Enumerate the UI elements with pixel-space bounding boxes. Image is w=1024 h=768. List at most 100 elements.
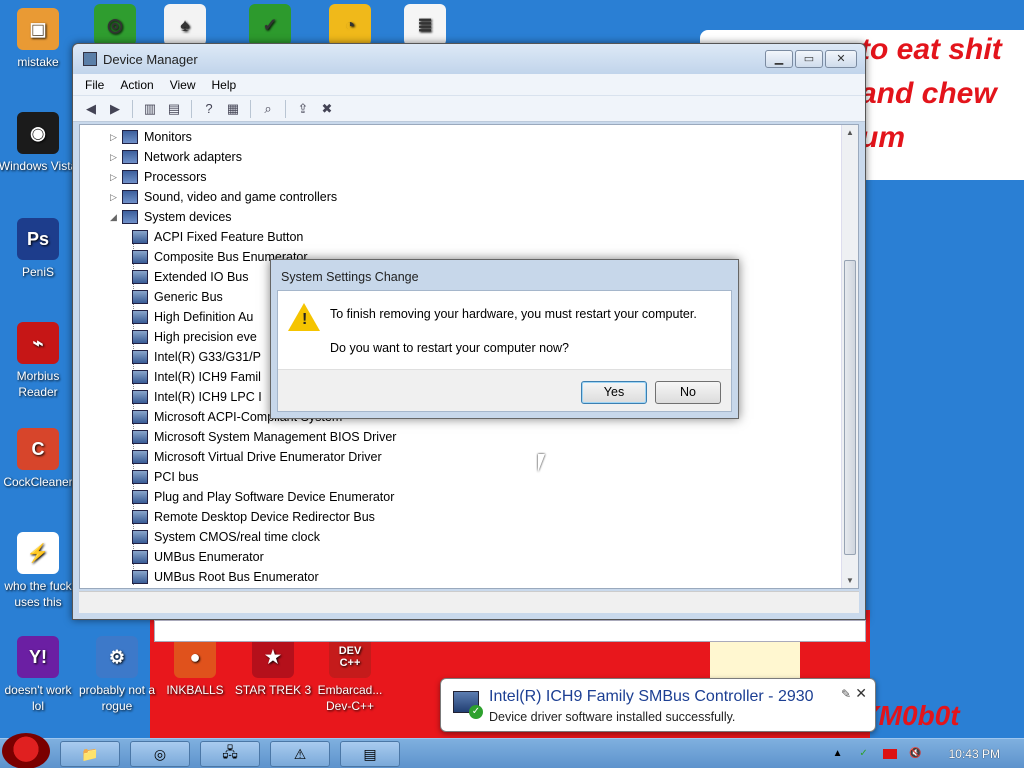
tree-device[interactable]: System CMOS/real time clock <box>110 527 396 547</box>
scrollbar-thumb[interactable] <box>844 260 856 555</box>
tree-device[interactable]: UMBus Root Bus Enumerator <box>110 567 396 587</box>
explorer-icon: 📁 <box>81 745 99 762</box>
taskbar-warning-button[interactable]: ⚠ <box>270 741 330 767</box>
taskbar-chrome-button[interactable]: ◎ <box>130 741 190 767</box>
driver-install-notification[interactable]: ✓ Intel(R) ICH9 Family SMBus Controller … <box>440 678 876 732</box>
system-settings-change-dialog[interactable]: System Settings Change ! To finish remov… <box>270 259 739 419</box>
toolbar-separator <box>132 99 133 118</box>
update-driver-icon[interactable]: ⇪ <box>293 99 313 119</box>
system-device-icon <box>132 350 148 364</box>
show-hidden-icons-icon[interactable]: ▲ <box>831 748 845 760</box>
tree-category[interactable]: ▷ Sound, video and game controllers <box>110 187 396 207</box>
device-category-icon <box>122 190 138 204</box>
back-icon[interactable]: ◀ <box>81 99 101 119</box>
menu-help[interactable]: Help <box>206 76 243 94</box>
menu-action[interactable]: Action <box>114 76 159 94</box>
system-device-icon <box>132 250 148 264</box>
desktop-icon[interactable]: Ps PeniS <box>0 218 78 280</box>
tree-category[interactable]: ▷ Processors <box>110 167 396 187</box>
tree-category[interactable]: ▷ Monitors <box>110 127 396 147</box>
desktop-icon[interactable]: ▣ mistake <box>0 8 78 70</box>
graffiti-line: to eat shit <box>860 33 1002 66</box>
shield-icon: ✓ <box>249 4 291 46</box>
pin-icon[interactable]: ✎ <box>841 687 851 701</box>
uninstall-icon[interactable]: ✖ <box>317 99 337 119</box>
notification-close-icon[interactable]: ✕ <box>855 685 867 702</box>
background-window-strip <box>154 620 866 642</box>
minimize-button[interactable]: ▁ <box>765 50 793 68</box>
maximize-button[interactable]: ▭ <box>795 50 823 68</box>
show-hide-console-tree-icon[interactable]: ▥ <box>140 99 160 119</box>
system-device-icon <box>132 510 148 524</box>
vertical-scrollbar[interactable]: ▲ ▼ <box>841 125 858 588</box>
expanded-arrow-icon[interactable]: ◢ <box>110 212 122 223</box>
system-device-icon <box>132 530 148 544</box>
tree-category[interactable]: ▷ Network adapters <box>110 147 396 167</box>
desktop-icon[interactable]: DEV C++ Embarcad... Dev-C++ <box>310 636 390 714</box>
network-icon[interactable] <box>882 749 897 759</box>
window-titlebar[interactable]: Device Manager ▁ ▭ ✕ <box>73 44 865 74</box>
taskbar-device-manager-button[interactable]: 🖧 <box>200 741 260 767</box>
tree-category[interactable]: ◢ System devices <box>110 207 396 227</box>
desktop-icon-label: Embarcad... Dev-C++ <box>317 683 383 713</box>
tree-device-label: Intel(R) ICH9 Famil <box>154 370 261 384</box>
start-button[interactable] <box>2 733 50 768</box>
desktop-icon[interactable]: C CockCleaner <box>0 428 78 490</box>
desktop-icon[interactable]: Y! doesn't work lol <box>0 636 78 714</box>
scan-hardware-icon[interactable]: ⌕ <box>258 99 278 119</box>
tree-category-label: Monitors <box>144 130 192 144</box>
system-device-icon <box>132 570 148 584</box>
desktop-icon[interactable]: ⌁ Morbius Reader <box>0 322 78 400</box>
bad-piggies-icon: ◔ <box>329 4 371 46</box>
desktop-icon[interactable]: ◉ Windows Vista <box>0 112 78 174</box>
action-center-icon[interactable]: ✓ <box>857 748 871 760</box>
tree-device[interactable]: Microsoft System Management BIOS Driver <box>110 427 396 447</box>
action-pane-icon[interactable]: ▦ <box>223 99 243 119</box>
device-manager-icon <box>83 52 97 66</box>
desktop-icon[interactable]: ⚡ who the fuck uses this <box>0 532 78 610</box>
toolbar-separator <box>250 99 251 118</box>
volume-muted-icon[interactable]: 🔇 <box>909 748 923 760</box>
collapsed-arrow-icon[interactable]: ▷ <box>110 152 122 163</box>
graffiti-line: um <box>860 121 905 154</box>
desktop-icon[interactable]: ● INKBALLS <box>155 636 235 698</box>
collapsed-arrow-icon[interactable]: ▷ <box>110 172 122 183</box>
tree-category-label: Processors <box>144 170 207 184</box>
status-bar <box>79 591 859 613</box>
desktop-app-icon: DEV C++ <box>329 636 371 678</box>
help-icon[interactable]: ? <box>199 99 219 119</box>
scroll-up-icon[interactable]: ▲ <box>846 128 854 137</box>
collapsed-arrow-icon[interactable]: ▷ <box>110 132 122 143</box>
tree-device-label: Microsoft Virtual Drive Enumerator Drive… <box>154 450 382 464</box>
tree-device[interactable]: ACPI Fixed Feature Button <box>110 227 396 247</box>
tree-device-label: PCI bus <box>154 470 199 484</box>
taskbar-app-button[interactable]: ▤ <box>340 741 400 767</box>
scroll-down-icon[interactable]: ▼ <box>846 576 854 585</box>
toolbar-separator <box>285 99 286 118</box>
desktop-icon-label: STAR TREK 3 <box>234 683 312 697</box>
system-tray: ▲ ✓ 🔇 10:43 PM <box>831 739 1024 768</box>
desktop-icon[interactable]: ★ STAR TREK 3 <box>233 636 313 698</box>
menu-file[interactable]: File <box>79 76 110 94</box>
menu-view[interactable]: View <box>164 76 202 94</box>
collapsed-arrow-icon[interactable]: ▷ <box>110 192 122 203</box>
desktop-icon[interactable]: ⚙ probably not a rogue <box>77 636 157 714</box>
forward-icon[interactable]: ▶ <box>105 99 125 119</box>
tree-device[interactable]: UMBus Enumerator <box>110 547 396 567</box>
tree-device[interactable]: PCI bus <box>110 467 396 487</box>
wallpaper-graffiti-top: to eat shit and chew um <box>860 28 1002 160</box>
properties-icon[interactable]: ▤ <box>164 99 184 119</box>
desktop-app-icon: ▣ <box>17 8 59 50</box>
close-button[interactable]: ✕ <box>825 50 857 68</box>
clock[interactable]: 10:43 PM <box>949 747 1000 761</box>
desktop-app-icon: ⌁ <box>17 322 59 364</box>
tree-device-label: System CMOS/real time clock <box>154 530 321 544</box>
notification-title: Intel(R) ICH9 Family SMBus Controller - … <box>489 688 814 705</box>
tree-device[interactable]: Microsoft Virtual Drive Enumerator Drive… <box>110 447 396 467</box>
tree-device-label: Intel(R) ICH9 LPC I <box>154 390 262 404</box>
tree-device[interactable]: Plug and Play Software Device Enumerator <box>110 487 396 507</box>
tree-device[interactable]: Remote Desktop Device Redirector Bus <box>110 507 396 527</box>
taskbar-explorer-button[interactable]: 📁 <box>60 741 120 767</box>
no-button[interactable]: No <box>655 381 721 404</box>
yes-button[interactable]: Yes <box>581 381 647 404</box>
